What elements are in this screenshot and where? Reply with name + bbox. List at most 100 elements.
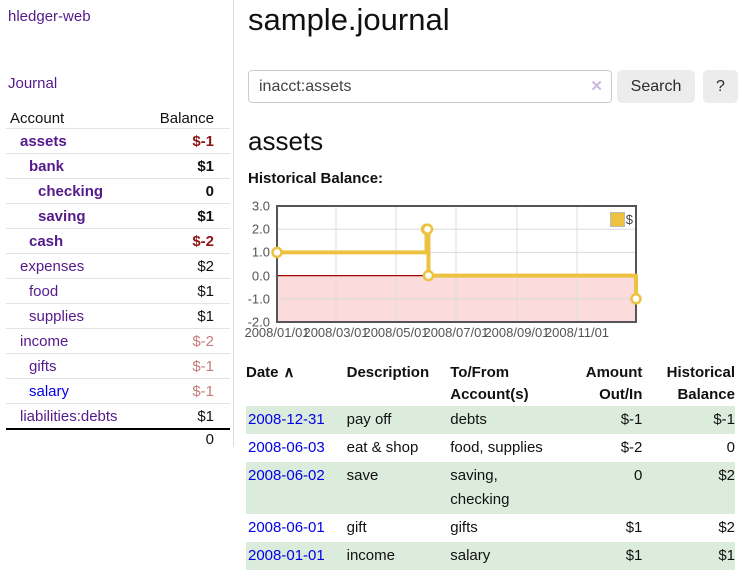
search-row: ✕ Search ? — [248, 70, 742, 103]
account-row: supplies $1 — [6, 303, 230, 328]
register-row: 2008-12-31pay offdebts$-1$-1 — [246, 406, 735, 434]
transaction-accounts-cell: salary — [450, 542, 556, 570]
account-row: liabilities:debts $1 — [6, 403, 230, 428]
transaction-balance-cell: $2 — [642, 514, 735, 542]
transaction-date-cell: 2008-06-03 — [246, 434, 347, 462]
chart-legend: $ — [609, 211, 634, 228]
x-axis-tick-label: 2008/03/01 — [303, 325, 368, 340]
transaction-date-cell: 2008-06-02 — [246, 462, 347, 514]
transaction-date-link[interactable]: 2008-06-02 — [248, 467, 325, 484]
account-row: bank $1 — [6, 153, 230, 178]
register-row: 2008-06-02savesaving, checking0$2 — [246, 462, 735, 514]
transaction-date-link[interactable]: 2008-01-01 — [248, 547, 325, 564]
transaction-accounts-cell: food, supplies — [450, 434, 556, 462]
account-link[interactable]: assets — [6, 133, 67, 150]
transaction-amount-cell: 0 — [556, 462, 643, 514]
description-column-header: Description — [347, 358, 451, 406]
register-row: 2008-01-01incomesalary$1$1 — [246, 542, 735, 570]
account-link[interactable]: gifts — [6, 358, 57, 375]
clear-search-icon[interactable]: ✕ — [590, 77, 603, 95]
account-balance: $1 — [197, 308, 230, 325]
account-row: food $1 — [6, 278, 230, 303]
transaction-date-cell: 2008-01-01 — [246, 542, 347, 570]
data-point — [632, 294, 641, 303]
transaction-balance-cell: 0 — [642, 434, 735, 462]
y-axis-tick-label: 2.0 — [252, 222, 270, 237]
y-axis-tick-label: 0.0 — [252, 268, 270, 283]
register-table: Date∧ Description To/From Account(s) Amo… — [246, 358, 735, 570]
legend-label: $ — [626, 212, 633, 227]
account-link[interactable]: salary — [6, 383, 69, 400]
transaction-amount-cell: $-2 — [556, 434, 643, 462]
y-axis-tick-label: 1.0 — [252, 245, 270, 260]
account-balance: $2 — [197, 258, 230, 275]
register-row: 2008-06-01 giftgifts$1$2 — [246, 514, 735, 542]
account-link[interactable]: saving — [6, 208, 86, 225]
search-button[interactable]: Search — [617, 70, 695, 103]
legend-swatch — [610, 212, 625, 227]
register-row: 2008-06-03eat & shopfood, supplies$-20 — [246, 434, 735, 462]
transaction-amount-cell: $1 — [556, 542, 643, 570]
historical-balance-label: Historical Balance: — [248, 170, 383, 187]
account-link[interactable]: expenses — [6, 258, 84, 275]
account-link[interactable]: food — [6, 283, 58, 300]
app-title-link[interactable]: hledger-web — [8, 8, 91, 25]
transaction-balance-cell: $-1 — [642, 406, 735, 434]
x-axis-tick-label: 2008/01/01 — [244, 325, 309, 340]
sidebar-item-journal[interactable]: Journal — [8, 75, 57, 92]
account-balance: $1 — [197, 158, 230, 175]
account-link[interactable]: bank — [6, 158, 64, 175]
transaction-date-link[interactable]: 2008-12-31 — [248, 411, 325, 428]
account-row: cash$-2 — [6, 228, 230, 253]
data-point — [273, 248, 282, 257]
account-row: checking0 — [6, 178, 230, 203]
register-header-row: Date∧ Description To/From Account(s) Amo… — [246, 358, 735, 406]
transaction-description-cell: gift — [347, 514, 451, 542]
account-link[interactable]: liabilities:debts — [6, 408, 118, 425]
account-row: salary$-1 — [6, 378, 230, 403]
accounts-rows: assets$-1bank$1checking0saving$1cash$-2e… — [6, 128, 230, 428]
transaction-date-link[interactable]: 2008-06-03 — [248, 439, 325, 456]
balance-column-header: Balance — [160, 110, 230, 127]
account-balance: $1 — [197, 408, 230, 425]
transaction-accounts-cell: saving, checking — [450, 462, 556, 514]
account-balance: $-1 — [192, 358, 230, 375]
account-balance: $1 — [197, 283, 230, 300]
transaction-balance-cell: $1 — [642, 542, 735, 570]
page-title: sample.journal — [248, 2, 450, 38]
x-axis-tick-label: 2008/09/01 — [484, 325, 549, 340]
account-row: income$-2 — [6, 328, 230, 353]
account-link[interactable]: cash — [6, 233, 63, 250]
x-axis-tick-label: 2008/07/01 — [423, 325, 488, 340]
search-box: ✕ — [248, 70, 612, 103]
account-column-header: Account — [6, 110, 64, 127]
account-row: expenses $2 — [6, 253, 230, 278]
data-point — [423, 225, 432, 234]
transaction-date-link[interactable]: 2008-06-01 — [248, 519, 325, 536]
transaction-amount-cell: $1 — [556, 514, 643, 542]
transaction-description-cell: income — [347, 542, 451, 570]
transaction-balance-cell: $2 — [642, 462, 735, 514]
account-link[interactable]: checking — [6, 183, 103, 200]
account-balance: $1 — [197, 208, 230, 225]
accounts-table: Account Balance assets$-1bank$1checking0… — [6, 108, 230, 448]
account-row: saving $1 — [6, 203, 230, 228]
chart-plot: 3.02.01.00.0-1.0-2.02008/01/012008/03/01… — [277, 206, 636, 322]
transaction-date-cell: 2008-12-31 — [246, 406, 347, 434]
data-point — [424, 271, 433, 280]
main-content: sample.journal ✕ Search ? assets Histori… — [248, 0, 742, 582]
account-link[interactable]: income — [6, 333, 68, 350]
search-input[interactable] — [248, 70, 612, 103]
sort-asc-icon: ∧ — [284, 364, 295, 381]
help-button[interactable]: ? — [703, 70, 738, 103]
chart-canvas — [277, 206, 636, 322]
account-link[interactable]: supplies — [6, 308, 84, 325]
date-column-header[interactable]: Date∧ — [246, 358, 347, 406]
transaction-accounts-cell: gifts — [450, 514, 556, 542]
accounts-total-value: 0 — [206, 431, 230, 448]
transaction-accounts-cell: debts — [450, 406, 556, 434]
transaction-description-cell: pay off — [347, 406, 451, 434]
historical-balance-chart: 3.02.01.00.0-1.0-2.02008/01/012008/03/01… — [248, 198, 668, 343]
account-row: assets$-1 — [6, 128, 230, 153]
transaction-date-cell: 2008-06-01 — [246, 514, 347, 542]
